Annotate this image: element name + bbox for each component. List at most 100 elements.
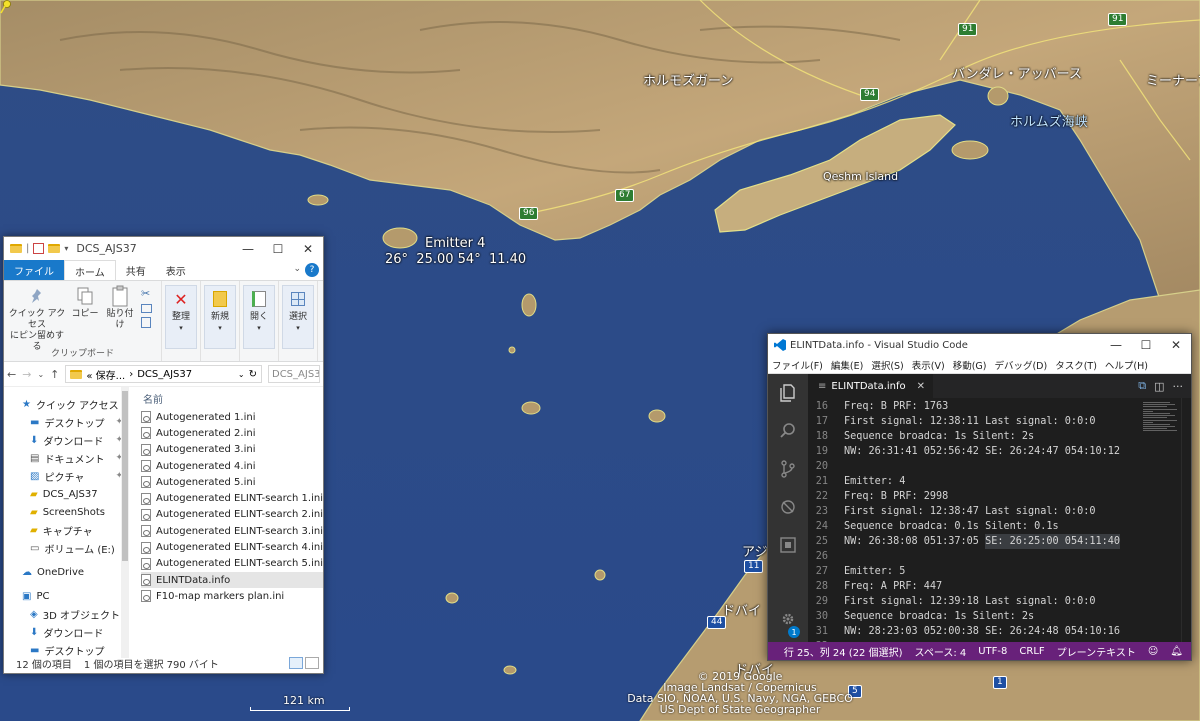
search-icon[interactable]	[768, 412, 808, 450]
nav-scrollbar[interactable]	[121, 387, 129, 658]
file-row[interactable]: Autogenerated ELINT-search 1.ini	[141, 490, 323, 506]
details-view-icon[interactable]	[289, 657, 303, 669]
code-line[interactable]: 17 First signal: 12:38:11 Last signal: 0:…	[808, 414, 1138, 429]
code-line[interactable]: 30 Sequence broadca: 1s Silent: 2s	[808, 609, 1138, 624]
open-button[interactable]: 開く ▾	[243, 285, 275, 349]
code-line[interactable]: 26	[808, 549, 1138, 564]
close-tab-icon[interactable]: ✕	[917, 381, 925, 392]
nav-item-cloud[interactable]: ☁ OneDrive	[4, 563, 129, 581]
menu-item[interactable]: 表示(V)	[912, 358, 945, 372]
file-row[interactable]: Autogenerated ELINT-search 3.ini	[141, 523, 323, 539]
navigation-pane[interactable]: ★ クイック アクセス ▬ デスクトップ ✦ ⬇ ダウンロード ✦ ▤ ドキュメント ✦ ▨ ピクチャ ✦…	[4, 387, 129, 658]
menu-item[interactable]: ヘルプ(H)	[1105, 358, 1148, 372]
address-dropdown-icon[interactable]: ⌄	[238, 370, 245, 379]
source-control-icon[interactable]	[768, 450, 808, 488]
file-row[interactable]: ELINTData.info	[141, 571, 323, 589]
vscode-window[interactable]: ELINTData.info - Visual Studio Code — ☐ …	[767, 333, 1192, 661]
tab-file[interactable]: ファイル	[4, 260, 64, 280]
cursor-position[interactable]: 行 25、列 24 (22 個選択)	[784, 644, 903, 659]
nav-item-download[interactable]: ⬇ ダウンロード ✦	[4, 431, 129, 449]
notifications-bell-icon[interactable]: 🔔︎	[1170, 646, 1183, 657]
nav-item-star[interactable]: ★ クイック アクセス	[4, 395, 129, 413]
code-lines[interactable]: 16 Freq: B PRF: 1763 17 First signal: 12:38…	[808, 398, 1138, 642]
nav-item-folder[interactable]: ▰ DCS_AJS37	[4, 485, 129, 503]
menu-item[interactable]: タスク(T)	[1055, 358, 1097, 372]
cut-icon[interactable]: ✂	[141, 287, 152, 300]
line-ending[interactable]: CRLF	[1019, 646, 1044, 657]
split-editor-icon[interactable]: ◫	[1154, 380, 1164, 393]
encoding[interactable]: UTF-8	[978, 646, 1007, 657]
code-line[interactable]: 25 NW: 26:38:08 051:37:05 SE: 26:25:00 05…	[808, 534, 1138, 549]
open-changes-icon[interactable]: ⧉	[1138, 379, 1146, 393]
explorer-titlebar[interactable]: | ▾ DCS_AJS37 — ☐ ✕	[4, 237, 323, 260]
menu-item[interactable]: 移動(G)	[953, 358, 987, 372]
up-icon[interactable]: ↑	[50, 368, 59, 381]
extensions-icon[interactable]	[768, 526, 808, 564]
nav-item-folder[interactable]: ▰ キャプチャ	[4, 521, 129, 539]
language-mode[interactable]: プレーンテキスト	[1057, 644, 1136, 659]
file-row[interactable]: Autogenerated ELINT-search 2.ini	[141, 507, 323, 523]
code-line[interactable]: 16 Freq: B PRF: 1763	[808, 399, 1138, 414]
organize-button[interactable]: ✕ 整理 ▾	[165, 285, 197, 349]
column-header-name[interactable]: 名前	[141, 387, 323, 409]
copy-path-icon[interactable]	[141, 304, 152, 313]
help-icon[interactable]: ?	[305, 263, 319, 277]
vscode-minimize-button[interactable]: —	[1101, 334, 1131, 357]
editor-tab[interactable]: ≡ ELINTData.info ✕	[808, 374, 934, 398]
indentation[interactable]: スペース: 4	[915, 644, 967, 659]
address-part-2[interactable]: DCS_AJS37	[137, 369, 192, 380]
expand-ribbon-icon[interactable]: ⌄	[293, 260, 301, 280]
refresh-icon[interactable]: ↻	[249, 369, 257, 380]
file-row[interactable]: F10-map markers plan.ini	[141, 588, 323, 604]
file-row[interactable]: Autogenerated 1.ini	[141, 409, 323, 425]
maximize-button[interactable]: ☐	[263, 237, 293, 260]
emitter-4-marker-label[interactable]: Emitter 4 26° 25.00 54° 11.40	[385, 236, 526, 268]
menu-item[interactable]: 編集(E)	[831, 358, 863, 372]
tab-home[interactable]: ホーム	[64, 260, 116, 280]
debug-icon[interactable]	[768, 488, 808, 526]
address-input[interactable]: « 保存... › DCS_AJS37 ⌄ ↻	[65, 365, 262, 383]
code-line[interactable]: 23 First signal: 12:38:47 Last signal: 0:…	[808, 504, 1138, 519]
more-actions-icon[interactable]: ···	[1173, 380, 1184, 393]
nav-item-cube[interactable]: ◈ 3D オブジェクト	[4, 605, 129, 623]
code-line[interactable]: 28 Freq: A PRF: 447	[808, 579, 1138, 594]
nav-item-pc[interactable]: ▣ PC	[4, 587, 129, 605]
file-list[interactable]: 名前 Autogenerated 1.ini Autogenerated 2.in…	[129, 387, 323, 658]
minimap[interactable]	[1143, 402, 1177, 442]
customize-toolbar-icon[interactable]: ▾	[64, 244, 68, 253]
menu-item[interactable]: デバッグ(D)	[994, 358, 1047, 372]
nav-item-drive[interactable]: ▭ ボリューム (E:)	[4, 539, 129, 557]
file-explorer-window[interactable]: | ▾ DCS_AJS37 — ☐ ✕ ファイル ホーム 共有 表示 ⌄ ? ク…	[3, 236, 324, 674]
nav-item-folder[interactable]: ▰ ScreenShots	[4, 503, 129, 521]
file-row[interactable]: Autogenerated ELINT-search 4.ini	[141, 539, 323, 555]
back-icon[interactable]: ←	[7, 368, 16, 381]
nav-item-desktop[interactable]: ▬ デスクトップ ✦	[4, 413, 129, 431]
new-folder-icon[interactable]	[48, 244, 61, 253]
forward-icon[interactable]: →	[22, 368, 31, 381]
select-button[interactable]: 選択 ▾	[282, 285, 314, 349]
tab-share[interactable]: 共有	[116, 260, 156, 280]
code-line[interactable]: 31 NW: 28:23:03 052:00:38 SE: 26:24:48 05…	[808, 624, 1138, 639]
vscode-titlebar[interactable]: ELINTData.info - Visual Studio Code — ☐ …	[768, 334, 1191, 356]
pushpin-icon[interactable]	[0, 0, 12, 14]
menu-item[interactable]: ファイル(F)	[772, 358, 823, 372]
code-line[interactable]: 22 Freq: B PRF: 2998	[808, 489, 1138, 504]
file-row[interactable]: Autogenerated 4.ini	[141, 458, 323, 474]
properties-icon[interactable]	[33, 243, 45, 254]
code-line[interactable]: 32	[808, 639, 1138, 642]
code-line[interactable]: 21 Emitter: 4	[808, 474, 1138, 489]
vscode-maximize-button[interactable]: ☐	[1131, 334, 1161, 357]
file-row[interactable]: Autogenerated 5.ini	[141, 474, 323, 490]
recent-locations-icon[interactable]: ⌄	[37, 370, 44, 379]
editor-area[interactable]: ≡ ELINTData.info ✕ ⧉ ◫ ··· 16 Freq: B PRF…	[808, 374, 1191, 642]
file-row[interactable]: Autogenerated ELINT-search 5.ini	[141, 556, 323, 572]
code-line[interactable]: 27 Emitter: 5	[808, 564, 1138, 579]
code-line[interactable]: 19 NW: 26:31:41 052:56:42 SE: 26:24:47 05…	[808, 444, 1138, 459]
new-button[interactable]: 新規 ▾	[204, 285, 236, 349]
address-part-1[interactable]: « 保存...	[86, 367, 125, 382]
nav-scroll-thumb[interactable]	[122, 391, 128, 561]
file-row[interactable]: Autogenerated 2.ini	[141, 425, 323, 441]
menu-item[interactable]: 選択(S)	[871, 358, 903, 372]
nav-item-pictures[interactable]: ▨ ピクチャ ✦	[4, 467, 129, 485]
large-icons-view-icon[interactable]	[305, 657, 319, 669]
